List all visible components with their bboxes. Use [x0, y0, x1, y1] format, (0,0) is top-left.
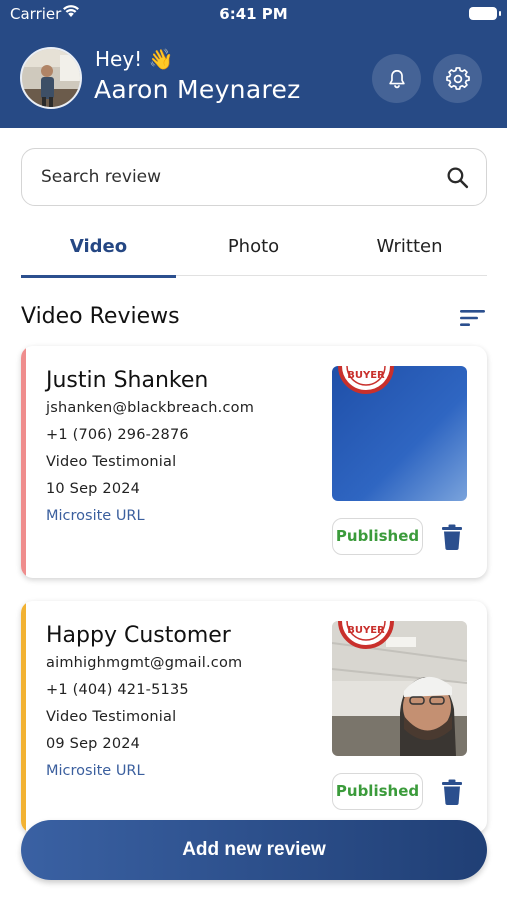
video-thumbnail[interactable]: BUYER: [332, 366, 467, 501]
microsite-url-link[interactable]: Microsite URL: [46, 508, 145, 524]
review-card[interactable]: Justin Shanken jshanken@blackbreach.com …: [21, 346, 487, 578]
reviewer-name: Justin Shanken: [46, 368, 209, 393]
video-thumbnail-image: BUYER: [332, 621, 467, 756]
status-time: 6:41 PM: [219, 5, 288, 23]
search-placeholder: Search review: [41, 167, 162, 187]
settings-button[interactable]: [433, 54, 482, 103]
card-accent-bar: [21, 346, 26, 578]
notifications-button[interactable]: [372, 54, 421, 103]
svg-text:BUYER: BUYER: [347, 625, 385, 636]
active-tab-indicator: [21, 275, 176, 278]
reviewer-name: Happy Customer: [46, 623, 231, 648]
trash-icon[interactable]: [441, 779, 463, 805]
review-type: Video Testimonial: [46, 709, 177, 725]
app-header: Carrier 6:41 PM Hey! 👋 Aaron Meynarez: [0, 0, 507, 128]
microsite-url-link[interactable]: Microsite URL: [46, 763, 145, 779]
battery-icon: [469, 7, 501, 20]
add-new-review-button[interactable]: Add new review: [21, 820, 487, 880]
avatar-photo: [22, 49, 80, 107]
trash-icon[interactable]: [441, 524, 463, 550]
bell-icon: [388, 69, 405, 88]
card-accent-bar: [21, 601, 26, 833]
search-icon[interactable]: [445, 165, 470, 190]
greeting-text: Hey! 👋: [95, 47, 174, 71]
avatar[interactable]: [20, 47, 82, 109]
tab-photo[interactable]: Photo: [176, 226, 331, 276]
status-badge: Published: [332, 518, 423, 555]
sort-icon[interactable]: [460, 308, 485, 328]
review-date: 10 Sep 2024: [46, 481, 141, 497]
video-thumbnail-image: BUYER: [332, 366, 467, 501]
status-bar: Carrier 6:41 PM: [0, 0, 507, 30]
video-thumbnail[interactable]: BUYER: [332, 621, 467, 756]
reviewer-phone: +1 (706) 296-2876: [46, 427, 189, 443]
search-input[interactable]: Search review: [21, 148, 487, 206]
waving-hand-icon: 👋: [148, 47, 174, 71]
review-date: 09 Sep 2024: [46, 736, 141, 752]
review-type-tabs: Video Photo Written: [21, 226, 487, 278]
user-name: Aaron Meynarez: [94, 75, 301, 104]
gear-icon: [445, 66, 470, 90]
tab-video[interactable]: Video: [21, 226, 176, 278]
review-card[interactable]: Happy Customer aimhighmgmt@gmail.com +1 …: [21, 601, 487, 833]
review-type: Video Testimonial: [46, 454, 177, 470]
svg-text:BUYER: BUYER: [347, 370, 385, 381]
tab-written[interactable]: Written: [332, 226, 487, 276]
reviewer-email: aimhighmgmt@gmail.com: [46, 655, 243, 671]
status-badge: Published: [332, 773, 423, 810]
reviewer-phone: +1 (404) 421-5135: [46, 682, 189, 698]
section-title: Video Reviews: [21, 304, 180, 329]
reviewer-email: jshanken@blackbreach.com: [46, 400, 255, 416]
